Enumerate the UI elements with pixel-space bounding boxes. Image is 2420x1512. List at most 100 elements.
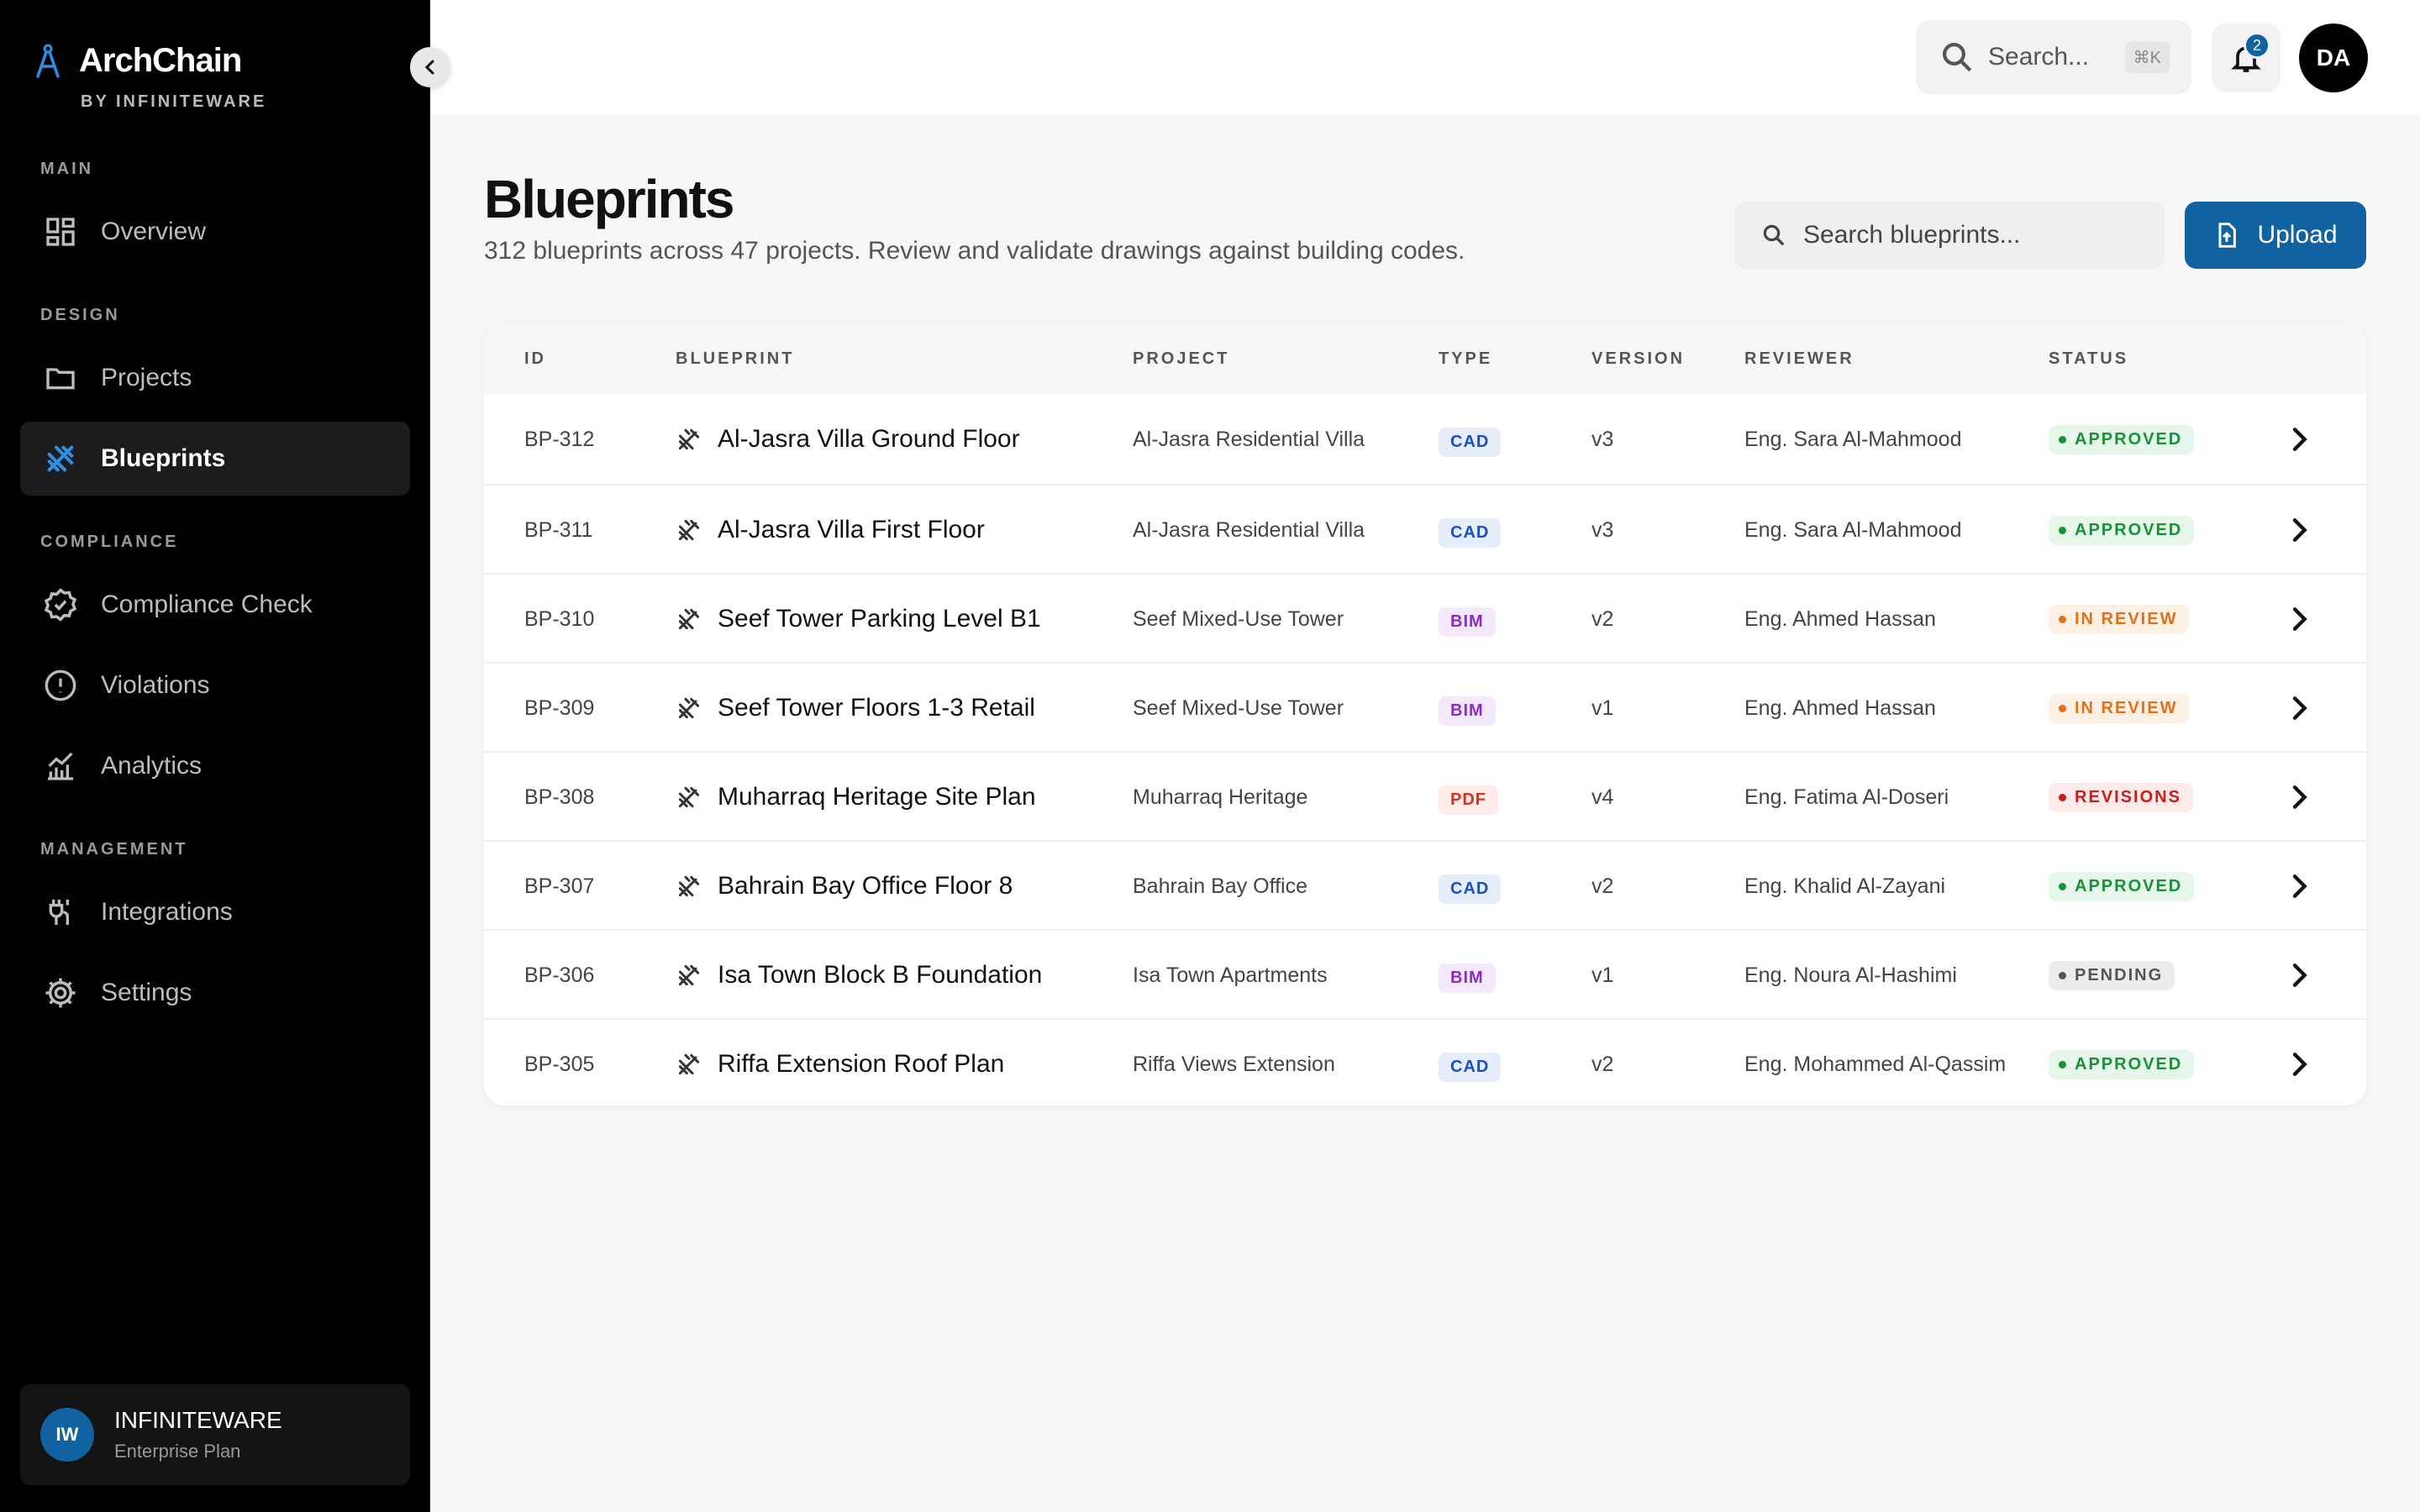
org-plan: Enterprise Plan [114,1441,241,1462]
blueprint-name: Seef Tower Floors 1-3 Retail [718,694,1035,722]
brand: ArchChain [34,42,242,80]
chevron-right-icon[interactable] [2282,1047,2316,1081]
sidebar-item-label: Integrations [101,898,233,926]
blueprint-name-cell[interactable]: Muharraq Heritage Site Plan [676,753,1036,842]
compass-logo-icon [36,44,60,78]
drafting-pencil-icon [678,697,700,719]
version: v2 [1591,874,1614,898]
chevron-right-icon[interactable] [2282,602,2316,636]
status-label: APPROVED [2075,876,2183,895]
sidebar-item-settings[interactable]: Settings [20,956,410,1030]
status-badge: APPROVED [2049,1049,2195,1079]
blueprint-id: BP-311 [524,517,593,542]
badge-check-icon [42,586,79,623]
notification-count-badge: 2 [2244,32,2270,59]
search-icon [1943,43,1972,72]
user-avatar[interactable]: DA [2299,24,2368,92]
blueprint-name-cell[interactable]: Riffa Extension Roof Plan [676,1020,1004,1105]
status-label: PENDING [2075,965,2164,984]
status-dot [2059,615,2066,623]
type-badge: CAD [1439,427,1502,457]
organization-card[interactable]: IW INFINITEWARE Enterprise Plan [20,1384,410,1485]
status-dot [2059,882,2066,890]
reviewer-name: Eng. Ahmed Hassan [1744,696,1936,720]
blueprint-id: BP-310 [524,606,595,631]
blueprint-icon [42,440,79,477]
collapse-sidebar-button[interactable] [410,47,450,87]
sidebar-item-label: Compliance Check [101,591,313,618]
project-name: Al-Jasra Residential Villa [1133,427,1365,451]
chevron-right-icon[interactable] [2282,691,2316,725]
chevron-right-icon[interactable] [2282,869,2316,903]
upload-button[interactable]: Upload [2185,202,2366,269]
column-header-version[interactable]: VERSION [1591,349,1685,369]
sidebar-item-label: Settings [101,979,192,1006]
reviewer-name: Eng. Mohammed Al-Qassim [1744,1052,2007,1076]
global-search[interactable]: Search... ⌘K [1916,20,2191,94]
sidebar-item-compliance-check[interactable]: Compliance Check [20,568,410,642]
blueprint-name-cell[interactable]: Seef Tower Parking Level B1 [676,575,1041,664]
blueprints-table: ID BLUEPRINT PROJECT TYPE VERSION REVIEW… [484,323,2366,1105]
page-subtitle: 312 blueprints across 47 projects. Revie… [484,237,1465,265]
blueprint-id: BP-309 [524,696,595,720]
status-badge: IN REVIEW [2049,604,2190,634]
blueprint-name-cell[interactable]: Bahrain Bay Office Floor 8 [676,842,1013,931]
column-header-project[interactable]: PROJECT [1133,349,1229,369]
sidebar-item-analytics[interactable]: Analytics [20,729,410,803]
column-header-blueprint[interactable]: BLUEPRINT [676,349,794,369]
drafting-pencil-icon [678,519,700,541]
column-header-status[interactable]: STATUS [2049,349,2128,369]
status-badge: IN REVIEW [2049,693,2190,723]
alert-circle-icon [42,667,79,704]
sidebar-item-violations[interactable]: Violations [20,648,410,722]
table-header: ID BLUEPRINT PROJECT TYPE VERSION REVIEW… [484,323,2366,395]
project-name: Isa Town Apartments [1133,963,1328,987]
sidebar-item-integrations[interactable]: Integrations [20,875,410,949]
chevron-right-icon[interactable] [2282,780,2316,814]
reviewer-name: Eng. Sara Al-Mahmood [1744,427,1962,451]
type-cell: CAD [1439,1020,1502,1105]
notifications-button[interactable]: 2 [2212,24,2281,92]
sidebar-item-overview[interactable]: Overview [20,195,410,269]
table-row[interactable]: BP-312 Al-Jasra Villa Ground Floor Al-Jasr… [484,395,2366,484]
blueprint-name: Bahrain Bay Office Floor 8 [718,872,1013,900]
table-row[interactable]: BP-305 Riffa Extension Roof Plan Riffa Vie… [484,1018,2366,1105]
blueprint-search-input[interactable]: Search blueprints... [1734,202,2165,269]
table-row[interactable]: BP-306 Isa Town Block B Foundation Isa Tow… [484,929,2366,1018]
status-badge: APPROVED [2049,871,2195,901]
blueprint-name-cell[interactable]: Isa Town Block B Foundation [676,931,1042,1020]
gear-icon [42,974,79,1011]
status-cell: APPROVED [2049,842,2195,931]
table-row[interactable]: BP-307 Bahrain Bay Office Floor 8 Bahrain … [484,840,2366,929]
chart-icon [42,748,79,785]
sidebar-item-label: Blueprints [101,444,226,472]
sidebar-item-blueprints[interactable]: Blueprints [20,422,410,496]
table-row[interactable]: BP-311 Al-Jasra Villa First Floor Al-Jasra… [484,484,2366,573]
project-name: Al-Jasra Residential Villa [1133,517,1365,542]
column-header-type[interactable]: TYPE [1439,349,1492,369]
type-cell: CAD [1439,842,1502,931]
column-header-reviewer[interactable]: REVIEWER [1744,349,1854,369]
blueprint-name-cell[interactable]: Al-Jasra Villa Ground Floor [676,395,1020,484]
blueprint-id: BP-308 [524,785,595,809]
sidebar-item-projects[interactable]: Projects [20,341,410,415]
sidebar: ArchChain BY INFINITEWARE MAIN Overview … [0,0,430,1512]
type-cell: BIM [1439,664,1496,753]
status-badge: REVISIONS [2049,782,2193,812]
chevron-right-icon[interactable] [2282,513,2316,547]
blueprint-name-cell[interactable]: Al-Jasra Villa First Floor [676,486,985,575]
brand-subtitle: BY INFINITEWARE [81,92,267,111]
version: v1 [1591,696,1614,720]
chevron-right-icon[interactable] [2282,423,2316,456]
project-name: Seef Mixed-Use Tower [1133,696,1344,720]
version: v3 [1591,427,1614,451]
table-row[interactable]: BP-309 Seef Tower Floors 1-3 Retail Seef M… [484,662,2366,751]
type-badge: CAD [1439,1052,1502,1082]
sidebar-item-label: Violations [101,671,210,699]
column-header-id[interactable]: ID [524,349,546,369]
page-title: Blueprints [484,169,734,229]
chevron-right-icon[interactable] [2282,958,2316,992]
table-row[interactable]: BP-308 Muharraq Heritage Site Plan Muharra… [484,751,2366,840]
table-row[interactable]: BP-310 Seef Tower Parking Level B1 Seef Mi… [484,573,2366,662]
blueprint-name-cell[interactable]: Seef Tower Floors 1-3 Retail [676,664,1035,753]
